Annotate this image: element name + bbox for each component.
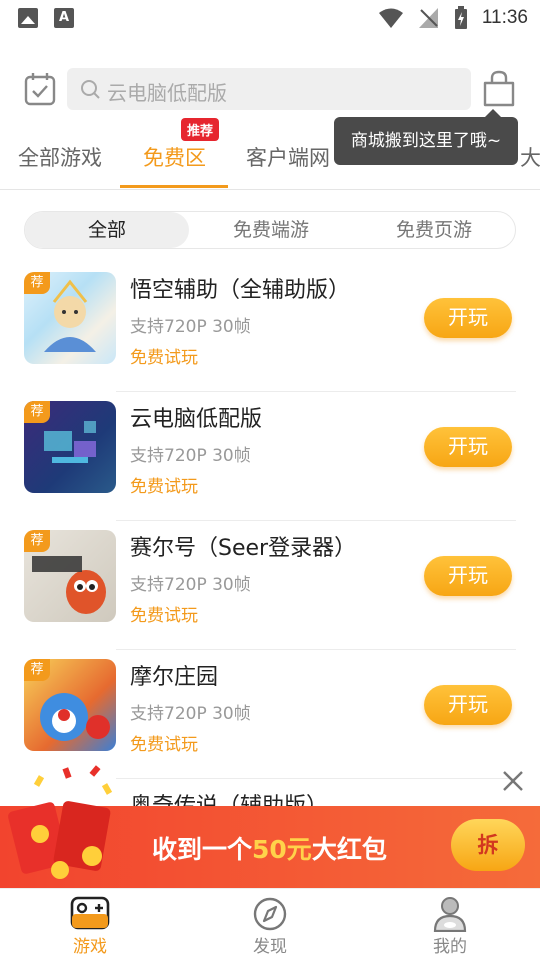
- game-row[interactable]: 荐 悟空辅助（全辅助版） 支持720P 30帧 免费试玩 开玩: [0, 268, 540, 397]
- shopping-bag-icon[interactable]: [482, 70, 516, 108]
- nav-games[interactable]: 游戏: [30, 889, 150, 960]
- search-placeholder: 云电脑低配版: [107, 81, 227, 105]
- search-bar[interactable]: 云电脑低配版: [67, 68, 471, 110]
- free-trial-label: 免费试玩: [130, 606, 198, 626]
- nav-profile[interactable]: 我的: [390, 889, 510, 960]
- game-spec: 支持720P 30帧: [130, 317, 251, 337]
- row-divider: [116, 391, 516, 392]
- red-packet-icon: [8, 765, 113, 879]
- wifi-icon: [378, 8, 403, 28]
- recommend-tag: 荐: [24, 272, 50, 294]
- tab-free-zone[interactable]: 免费区: [143, 142, 206, 172]
- red-packet-suffix: 大红包: [311, 835, 387, 864]
- nav-discover[interactable]: 发现: [210, 889, 330, 960]
- game-title: 赛尔号（Seer登录器）: [130, 536, 357, 561]
- game-spec: 支持720P 30帧: [130, 704, 251, 724]
- battery-charging-icon: [454, 6, 467, 29]
- tab-client-games[interactable]: 客户端网: [246, 142, 330, 172]
- game-spec: 支持720P 30帧: [130, 446, 251, 466]
- tab-all-games[interactable]: 全部游戏: [18, 142, 102, 172]
- segment-free-client[interactable]: 免费端游: [189, 212, 353, 248]
- row-divider: [116, 520, 516, 521]
- nav-label: 发现: [253, 937, 287, 957]
- search-header: 云电脑低配版: [0, 62, 540, 118]
- play-button[interactable]: 开玩: [424, 685, 512, 725]
- no-signal-icon: [418, 8, 438, 28]
- recommend-badge: 推荐: [181, 118, 220, 141]
- recommend-tag: 荐: [24, 530, 50, 552]
- game-row[interactable]: 荐 云电脑低配版 支持720P 30帧 免费试玩 开玩: [0, 397, 540, 526]
- game-title: 悟空辅助（全辅助版）: [130, 278, 351, 303]
- bottom-nav: 游戏 发现 我的: [0, 888, 540, 960]
- text-notification-icon: A: [54, 8, 74, 28]
- image-notification-icon: [18, 8, 38, 28]
- free-trial-label: 免费试玩: [130, 735, 198, 755]
- recommend-tag: 荐: [24, 401, 50, 423]
- free-trial-label: 免费试玩: [130, 348, 198, 368]
- status-bar: A 11:36: [0, 0, 540, 38]
- nav-label: 游戏: [73, 937, 107, 957]
- row-divider: [116, 778, 516, 779]
- red-packet-amount: 50元: [252, 835, 312, 864]
- play-button[interactable]: 开玩: [424, 298, 512, 338]
- game-spec: 支持720P 30帧: [130, 575, 251, 595]
- row-divider: [116, 649, 516, 650]
- red-packet-message: 收到一个50元大红包: [152, 830, 387, 866]
- play-button[interactable]: 开玩: [424, 556, 512, 596]
- recommend-tag: 荐: [24, 659, 50, 681]
- open-red-packet-button[interactable]: 拆: [451, 819, 525, 871]
- status-time: 11:36: [481, 7, 528, 28]
- free-trial-label: 免费试玩: [130, 477, 198, 497]
- active-tab-indicator: [120, 185, 228, 188]
- search-icon: [81, 80, 100, 99]
- close-icon[interactable]: [500, 768, 526, 794]
- game-title: 摩尔庄园: [130, 665, 219, 690]
- nav-label: 我的: [433, 937, 467, 957]
- user-icon: [433, 897, 467, 932]
- gamepad-icon: [70, 896, 110, 930]
- compass-icon: [253, 897, 287, 931]
- segment-all[interactable]: 全部: [25, 212, 189, 248]
- segment-free-web[interactable]: 免费页游: [352, 212, 516, 248]
- game-row[interactable]: 荐 赛尔号（Seer登录器） 支持720P 30帧 免费试玩 开玩: [0, 526, 540, 655]
- play-button[interactable]: 开玩: [424, 427, 512, 467]
- filter-segment: 全部 免费端游 免费页游: [24, 211, 516, 249]
- calendar-checkin-icon[interactable]: [24, 72, 56, 106]
- game-title: 云电脑低配版: [130, 407, 263, 432]
- tab-partial[interactable]: 大: [520, 142, 540, 172]
- red-packet-prefix: 收到一个: [152, 835, 253, 864]
- shop-moved-tooltip: 商城搬到这里了哦~: [334, 109, 518, 165]
